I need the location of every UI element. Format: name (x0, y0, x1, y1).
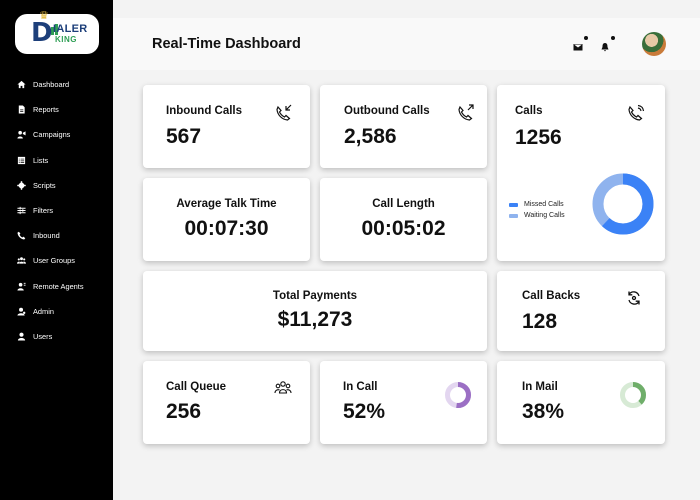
phone-icon (15, 230, 27, 242)
logo-text-top: IALER (53, 23, 88, 35)
logo-letter: D (31, 18, 53, 48)
sidebar: ♛ D IALER KING Dashboard Reports Campaig… (0, 0, 113, 500)
legend-swatch-waiting (509, 213, 518, 218)
in-call-value: 52% (343, 400, 386, 423)
sidebar-item-filters[interactable]: Filters (15, 198, 84, 223)
phone-icon (627, 104, 645, 122)
sidebar-item-label: Remote Agents (33, 281, 84, 291)
legend-label-missed: Missed Calls (524, 201, 564, 208)
remote-agent-icon (15, 280, 27, 292)
in-mail-value: 38% (522, 400, 565, 423)
calls-value: 1256 (515, 126, 562, 149)
in-call-card: In Call 52% (320, 361, 487, 444)
sidebar-nav: Dashboard Reports Campaigns Lists Script… (15, 72, 84, 349)
outbound-calls-card: Outbound Calls 2,586 (320, 85, 487, 168)
sidebar-item-admin[interactable]: Admin (15, 299, 84, 324)
filter-icon (15, 205, 27, 217)
call-queue-label: Call Queue (166, 381, 227, 393)
bell-notification-dot (611, 36, 615, 40)
home-icon (15, 79, 27, 91)
refresh-icon (625, 289, 643, 307)
calls-legend: Missed Calls Waiting Calls (509, 199, 565, 221)
in-mail-ring-chart (620, 382, 646, 408)
main-content: Real-Time Dashboard Inbound Calls 567 Ou… (113, 0, 700, 500)
call-backs-value: 128 (522, 310, 558, 333)
total-payments-value: $11,273 (277, 308, 353, 331)
sidebar-item-users[interactable]: Users (15, 324, 84, 349)
sidebar-item-remote-agents[interactable]: Remote Agents (15, 274, 84, 299)
sidebar-item-label: Lists (33, 155, 49, 165)
call-length-value: 00:05:02 (361, 217, 446, 240)
sidebar-item-label: User Groups (33, 256, 75, 266)
calls-label: Calls (515, 105, 543, 117)
sidebar-item-label: Dashboard (33, 80, 70, 90)
sidebar-item-lists[interactable]: Lists (15, 148, 84, 173)
avatar[interactable] (642, 32, 666, 56)
user-group-icon (15, 255, 27, 267)
sidebar-item-label: Filters (33, 206, 54, 216)
outbound-calls-value: 2,586 (344, 125, 397, 148)
group-icon (274, 379, 292, 397)
call-length-label: Call Length (372, 198, 435, 210)
call-queue-card: Call Queue 256 (143, 361, 310, 444)
call-backs-card: Call Backs 128 (497, 271, 665, 351)
call-length-card: Call Length 00:05:02 (320, 178, 487, 261)
user-icon (15, 330, 27, 342)
inbound-calls-label: Inbound Calls (166, 105, 243, 117)
sidebar-item-reports[interactable]: Reports (15, 97, 84, 122)
header: Real-Time Dashboard (113, 18, 700, 70)
total-payments-label: Total Payments (272, 290, 358, 302)
in-call-label: In Call (343, 381, 378, 393)
logo[interactable]: ♛ D IALER KING (15, 10, 99, 54)
sidebar-item-inbound[interactable]: Inbound (15, 223, 84, 248)
legend-swatch-missed (509, 202, 518, 207)
sidebar-item-label: Campaigns (33, 130, 71, 140)
sidebar-item-user-groups[interactable]: User Groups (15, 248, 84, 273)
sidebar-item-dashboard[interactable]: Dashboard (15, 72, 84, 97)
sidebar-item-label: Users (33, 331, 53, 341)
inbound-calls-value: 567 (166, 125, 202, 148)
script-icon (15, 179, 27, 191)
mail-icon[interactable] (573, 36, 588, 51)
legend-item-missed: Missed Calls (509, 199, 565, 210)
logo-text-bottom: KING (55, 35, 77, 44)
outbound-calls-label: Outbound Calls (344, 105, 430, 117)
average-talk-time-label: Average Talk Time (176, 198, 277, 210)
sidebar-item-scripts[interactable]: Scripts (15, 173, 84, 198)
in-mail-label: In Mail (522, 381, 558, 393)
call-queue-value: 256 (166, 400, 202, 423)
sidebar-item-campaigns[interactable]: Campaigns (15, 122, 84, 147)
admin-icon (15, 305, 27, 317)
phone-incoming-icon (275, 104, 293, 122)
bell-icon[interactable] (600, 36, 615, 52)
calls-donut-chart (592, 173, 654, 235)
in-call-ring-chart (445, 382, 471, 408)
calls-card: Calls 1256 Missed Calls Waiting Calls (497, 85, 665, 261)
legend-item-waiting: Waiting Calls (509, 210, 565, 221)
total-payments-card: Total Payments $11,273 (143, 271, 487, 351)
call-backs-label: Call Backs (522, 290, 581, 302)
average-talk-time-value: 00:07:30 (184, 217, 269, 240)
page-title: Real-Time Dashboard (152, 36, 301, 52)
sidebar-item-label: Reports (33, 105, 59, 115)
mail-notification-dot (584, 36, 588, 40)
document-icon (15, 104, 27, 116)
phone-outgoing-icon (457, 104, 475, 122)
campaign-icon (15, 129, 27, 141)
legend-label-waiting: Waiting Calls (524, 212, 565, 219)
inbound-calls-card: Inbound Calls 567 (143, 85, 310, 168)
in-mail-card: In Mail 38% (497, 361, 665, 444)
sidebar-item-label: Admin (33, 306, 54, 316)
average-talk-time-card: Average Talk Time 00:07:30 (143, 178, 310, 261)
sidebar-item-label: Inbound (33, 231, 60, 241)
sidebar-item-label: Scripts (33, 180, 56, 190)
list-icon (15, 154, 27, 166)
